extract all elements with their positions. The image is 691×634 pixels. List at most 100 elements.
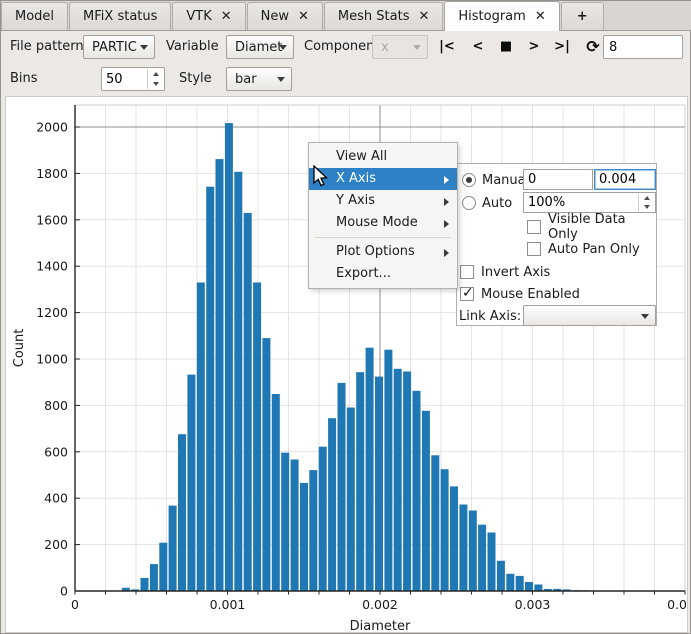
refresh-button[interactable]: ⟳ xyxy=(581,35,605,59)
chevron-down-icon xyxy=(641,314,649,319)
tab-label: New xyxy=(261,9,289,24)
menu-item-label: X Axis xyxy=(336,171,376,186)
x-max-field[interactable] xyxy=(594,169,656,190)
chevron-down-icon xyxy=(277,77,285,82)
x-axis-options-panel: Manual Auto Visible Data Only Auto Pan O… xyxy=(456,163,657,326)
invert-axis-label: Invert Axis xyxy=(481,265,550,280)
tab-new[interactable]: New ✕ xyxy=(247,2,323,30)
menu-item-plot-options[interactable]: Plot Options xyxy=(309,241,457,263)
svg-text:0.004: 0.004 xyxy=(667,597,688,612)
y-tick-labels: 0200400600800100012001400160018002000 xyxy=(36,120,68,599)
visible-data-only-checkbox[interactable] xyxy=(527,220,541,234)
auto-percent-field[interactable] xyxy=(524,193,632,212)
file-pattern-label: File pattern xyxy=(10,35,84,59)
spin-up-icon xyxy=(153,72,159,76)
submenu-arrow-icon xyxy=(444,220,449,228)
spin-down-button[interactable] xyxy=(148,79,163,89)
style-combo[interactable]: bar xyxy=(226,67,292,91)
chevron-down-icon xyxy=(140,45,148,50)
svg-text:0: 0 xyxy=(60,584,68,599)
first-frame-button[interactable]: |< xyxy=(435,35,459,59)
component-value: x xyxy=(381,40,389,55)
svg-text:2000: 2000 xyxy=(36,120,68,135)
svg-text:0.001: 0.001 xyxy=(210,597,246,612)
menu-item-label: Mouse Mode xyxy=(336,215,418,230)
variable-label: Variable xyxy=(166,35,219,59)
file-pattern-value: PARTIC xyxy=(92,40,137,55)
y-ticks xyxy=(75,127,80,591)
x-axis-label: Diameter xyxy=(350,619,411,633)
menu-item-label: View All xyxy=(336,149,387,164)
previous-frame-button[interactable]: < xyxy=(466,35,490,59)
style-value: bar xyxy=(235,72,257,87)
svg-text:1000: 1000 xyxy=(36,352,68,367)
x-tick-labels: 0 0.001 0.002 0.003 0.004 xyxy=(71,597,688,612)
tab-close-icon[interactable]: ✕ xyxy=(535,10,546,23)
link-axis-combo[interactable] xyxy=(523,305,656,326)
spin-up-icon xyxy=(644,196,650,200)
bins-value-field[interactable] xyxy=(102,68,146,90)
component-combo: x xyxy=(372,35,428,59)
x-min-field[interactable] xyxy=(523,169,593,190)
svg-text:1400: 1400 xyxy=(36,259,68,274)
style-label: Style xyxy=(179,67,212,91)
tab-model[interactable]: Model xyxy=(1,2,68,30)
menu-item-label: Plot Options xyxy=(336,244,415,259)
svg-text:0.002: 0.002 xyxy=(362,597,398,612)
tab-histogram[interactable]: Histogram✕ xyxy=(444,1,559,31)
file-pattern-combo[interactable]: PARTIC xyxy=(83,35,155,59)
tab-label: MFiX status xyxy=(83,9,157,24)
tab-label: VTK xyxy=(186,9,211,24)
menu-separator xyxy=(315,237,451,238)
invert-axis-checkbox[interactable] xyxy=(460,265,474,279)
menu-item-x-axis[interactable]: X Axis xyxy=(309,168,457,190)
submenu-arrow-icon xyxy=(444,176,449,184)
auto-radio[interactable] xyxy=(462,196,476,210)
auto-label: Auto xyxy=(482,196,512,211)
chevron-down-icon xyxy=(413,45,421,50)
mouse-enabled-label: Mouse Enabled xyxy=(481,287,580,302)
mouse-enabled-checkbox[interactable] xyxy=(460,287,474,301)
component-label: Component xyxy=(304,35,379,59)
manual-radio[interactable] xyxy=(462,173,476,187)
tab-close-icon[interactable]: ✕ xyxy=(418,10,429,23)
menu-item-export[interactable]: Export... xyxy=(309,263,457,285)
tab-mesh-stats[interactable]: Mesh Stats ✕ xyxy=(324,2,443,30)
svg-text:400: 400 xyxy=(44,491,68,506)
y-axis-label: Count xyxy=(12,329,27,368)
svg-text:800: 800 xyxy=(44,398,68,413)
tab-vtk[interactable]: VTK ✕ xyxy=(172,2,245,30)
stop-button[interactable]: ■ xyxy=(494,35,518,59)
tab-close-icon[interactable]: ✕ xyxy=(298,10,309,23)
last-frame-button[interactable]: >| xyxy=(550,35,574,59)
spin-up-button[interactable] xyxy=(148,69,163,79)
auto-pan-only-checkbox[interactable] xyxy=(527,242,541,256)
bins-label: Bins xyxy=(10,67,38,91)
tab-label: Model xyxy=(15,9,54,24)
svg-text:1600: 1600 xyxy=(36,212,68,227)
bins-spinbox[interactable] xyxy=(101,67,165,91)
variable-combo[interactable]: Diamet xyxy=(226,35,294,59)
submenu-arrow-icon xyxy=(444,198,449,206)
frame-count-field[interactable] xyxy=(603,35,683,59)
tab-mfix-status[interactable]: MFiX status xyxy=(69,2,171,30)
auto-percent-spinbox[interactable] xyxy=(523,192,656,213)
submenu-arrow-icon xyxy=(444,249,449,257)
svg-text:0: 0 xyxy=(71,597,79,612)
new-tab-button[interactable]: + xyxy=(561,2,604,30)
menu-item-y-axis[interactable]: Y Axis xyxy=(309,190,457,212)
x-ticks xyxy=(75,591,685,595)
next-frame-button[interactable]: > xyxy=(522,35,546,59)
tab-close-icon[interactable]: ✕ xyxy=(221,10,232,23)
menu-item-mouse-mode[interactable]: Mouse Mode xyxy=(309,212,457,234)
svg-text:1200: 1200 xyxy=(36,305,68,320)
tab-bar: ModelMFiX statusVTK✕New✕Mesh Stats✕Histo… xyxy=(1,1,691,31)
spin-down-icon xyxy=(644,205,650,209)
svg-text:0.003: 0.003 xyxy=(515,597,551,612)
spin-up-button[interactable] xyxy=(639,194,654,203)
tab-label: Mesh Stats xyxy=(338,9,410,24)
menu-item-view-all[interactable]: View All xyxy=(309,146,457,168)
spin-down-button[interactable] xyxy=(639,203,654,212)
auto-pan-only-label: Auto Pan Only xyxy=(548,242,640,257)
variable-value: Diamet xyxy=(235,40,282,55)
